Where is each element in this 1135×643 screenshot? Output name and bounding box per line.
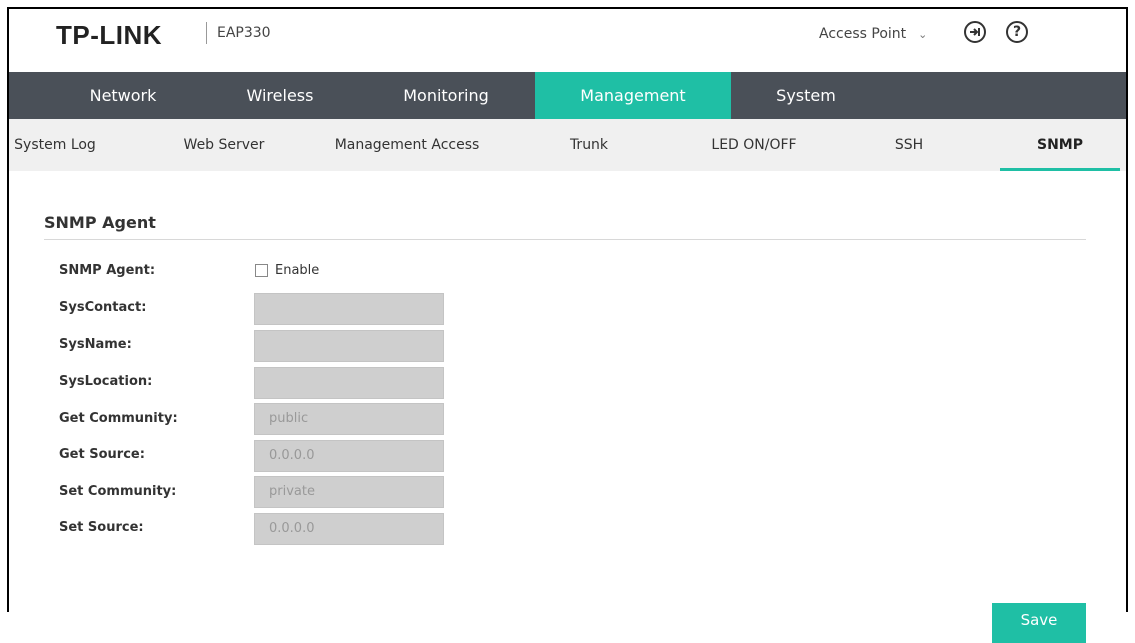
active-subtab-indicator bbox=[1000, 168, 1120, 171]
chevron-down-icon: ⌄ bbox=[918, 27, 928, 41]
tab-system[interactable]: System bbox=[731, 72, 881, 119]
mode-select-value: Access Point bbox=[819, 26, 907, 42]
syslocation-label: SysLocation: bbox=[59, 374, 153, 389]
subtab-led-onoff[interactable]: LED ON/OFF bbox=[689, 119, 819, 171]
subtab-management-access[interactable]: Management Access bbox=[319, 119, 495, 171]
snmp-agent-label: SNMP Agent: bbox=[59, 263, 156, 278]
syslocation-input[interactable] bbox=[254, 367, 444, 399]
logo-divider bbox=[206, 22, 207, 44]
set-community-label: Set Community: bbox=[59, 484, 177, 499]
help-symbol: ? bbox=[1012, 24, 1022, 40]
set-community-input[interactable]: private bbox=[254, 476, 444, 508]
enable-label: Enable bbox=[275, 263, 320, 278]
subtab-system-log[interactable]: System Log bbox=[0, 119, 110, 171]
subtab-trunk[interactable]: Trunk bbox=[539, 119, 639, 171]
subtab-snmp[interactable]: SNMP bbox=[1000, 119, 1120, 171]
get-source-input[interactable]: 0.0.0.0 bbox=[254, 440, 444, 472]
set-source-label: Set Source: bbox=[59, 520, 144, 535]
syscontact-input[interactable] bbox=[254, 293, 444, 325]
brand-logo: TP-LINK bbox=[56, 20, 163, 50]
help-icon[interactable]: ? bbox=[1006, 21, 1028, 43]
tab-management[interactable]: Management bbox=[535, 72, 731, 119]
save-button[interactable]: Save bbox=[992, 603, 1086, 643]
subtab-ssh[interactable]: SSH bbox=[859, 119, 959, 171]
get-source-label: Get Source: bbox=[59, 447, 145, 462]
section-divider bbox=[44, 239, 1086, 240]
get-community-input[interactable]: public bbox=[254, 403, 444, 435]
tab-monitoring[interactable]: Monitoring bbox=[345, 72, 547, 119]
snmp-agent-enable-checkbox[interactable] bbox=[255, 264, 268, 277]
subtab-web-server[interactable]: Web Server bbox=[169, 119, 279, 171]
main-nav: Network Wireless Monitoring Management S… bbox=[9, 72, 1126, 119]
get-community-label: Get Community: bbox=[59, 411, 178, 426]
section-title: SNMP Agent bbox=[44, 213, 156, 232]
syscontact-label: SysContact: bbox=[59, 300, 147, 315]
logout-icon[interactable] bbox=[964, 21, 986, 43]
header: TP-LINK EAP330 Access Point ⌄ ? bbox=[9, 9, 1126, 72]
set-source-input[interactable]: 0.0.0.0 bbox=[254, 513, 444, 545]
sub-nav: System Log Web Server Management Access … bbox=[9, 119, 1126, 171]
sysname-label: SysName: bbox=[59, 337, 132, 352]
mode-select[interactable]: Access Point ⌄ bbox=[815, 21, 935, 47]
sysname-input[interactable] bbox=[254, 330, 444, 362]
device-model: EAP330 bbox=[217, 25, 271, 41]
